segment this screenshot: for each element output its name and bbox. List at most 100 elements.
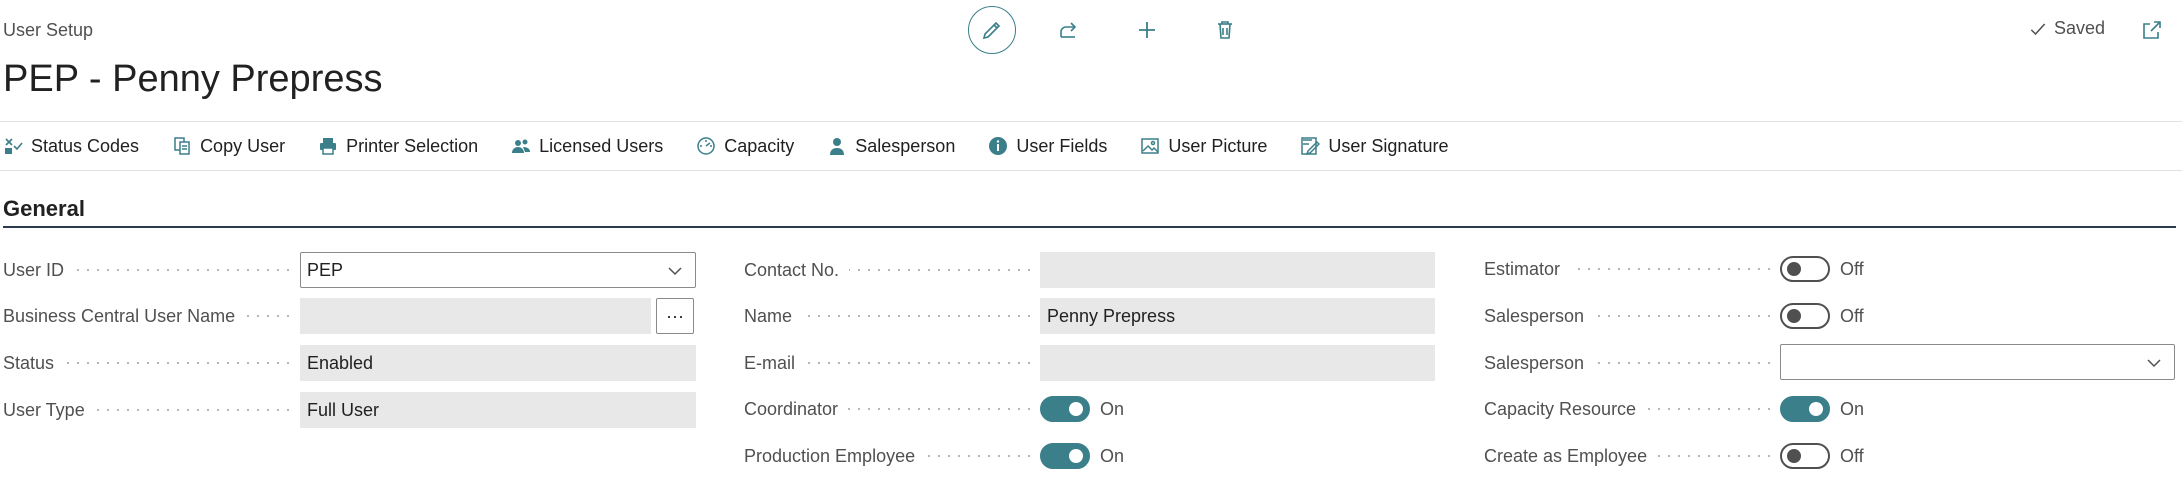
toggle-state: On xyxy=(1840,398,1865,419)
bc-user-name-field[interactable] xyxy=(300,298,651,334)
action-label: Copy User xyxy=(200,135,286,156)
estimator-toggle[interactable] xyxy=(1780,256,1830,282)
action-label: Licensed Users xyxy=(539,135,664,156)
user-id-value: PEP xyxy=(307,259,344,280)
toggle-state: Off xyxy=(1840,445,1864,466)
create-as-employee-toggle[interactable] xyxy=(1780,443,1830,469)
toggle-state: On xyxy=(1100,445,1125,466)
section-underline xyxy=(3,226,2176,228)
action-copy-user[interactable]: Copy User xyxy=(172,136,285,157)
status-codes-icon xyxy=(3,136,23,156)
saved-status: Saved xyxy=(2028,18,2105,39)
action-licensed-users[interactable]: Licensed Users xyxy=(511,136,663,157)
field-label: Salesperson xyxy=(1484,352,1595,374)
header-divider xyxy=(0,121,2182,122)
action-label: User Picture xyxy=(1168,135,1268,156)
field-email: E-mail xyxy=(744,345,1436,381)
field-label: Production Employee xyxy=(744,445,926,467)
field-capacity-resource: Capacity Resource On xyxy=(1484,391,2176,427)
chevron-down-icon xyxy=(668,267,682,276)
toggle-state: On xyxy=(1100,398,1125,419)
user-type-value: Full User xyxy=(307,399,380,420)
toggle-state: Off xyxy=(1840,305,1864,326)
field-label: Capacity Resource xyxy=(1484,398,1647,420)
gauge-icon xyxy=(696,136,716,156)
coordinator-toggle[interactable] xyxy=(1040,396,1090,422)
production-employee-toggle[interactable] xyxy=(1040,443,1090,469)
action-user-fields[interactable]: User Fields xyxy=(988,136,1107,157)
edit-icon xyxy=(982,21,1001,40)
name-field[interactable]: Penny Prepress xyxy=(1040,298,1435,334)
bc-user-name-lookup-button[interactable]: ··· xyxy=(656,298,694,334)
toggle-state: Off xyxy=(1840,258,1864,279)
action-status-codes[interactable]: Status Codes xyxy=(3,136,139,157)
top-action-bar xyxy=(0,0,2182,60)
share-icon xyxy=(1060,22,1077,38)
field-label: Name xyxy=(744,305,803,327)
field-coordinator: Coordinator On xyxy=(744,391,1436,427)
action-salesperson[interactable]: Salesperson xyxy=(827,136,955,157)
action-label: Status Codes xyxy=(31,135,140,156)
user-type-field: Full User xyxy=(300,392,696,428)
printer-icon xyxy=(318,136,338,156)
field-label: Salesperson xyxy=(1484,305,1595,327)
field-salesperson-select: Salesperson xyxy=(1484,344,2176,381)
action-label: Capacity xyxy=(724,135,795,156)
saved-label: Saved xyxy=(2054,18,2106,38)
salesperson-select[interactable] xyxy=(1780,344,2175,380)
field-label: User ID xyxy=(3,259,75,281)
action-bar: Status Codes Copy User Printer Selection… xyxy=(3,132,1481,160)
field-create-as-employee: Create as Employee Off xyxy=(1484,438,2176,474)
name-value: Penny Prepress xyxy=(1047,305,1176,326)
capacity-resource-toggle[interactable] xyxy=(1780,396,1830,422)
salesperson-toggle[interactable] xyxy=(1780,303,1830,329)
image-icon xyxy=(1140,136,1160,156)
edit-button[interactable] xyxy=(968,6,1016,54)
action-user-picture[interactable]: User Picture xyxy=(1140,136,1267,157)
action-label: Salesperson xyxy=(855,135,956,156)
field-label: Status xyxy=(3,352,65,374)
contact-no-field[interactable] xyxy=(1040,252,1435,288)
user-id-select[interactable]: PEP xyxy=(300,252,696,288)
users-icon xyxy=(511,136,531,156)
field-user-id: User ID PEP xyxy=(3,252,696,288)
field-production-employee: Production Employee On xyxy=(744,438,1436,474)
trash-icon xyxy=(1218,21,1232,39)
info-icon xyxy=(988,136,1008,156)
open-new-window-button[interactable] xyxy=(2140,18,2164,42)
status-field: Enabled xyxy=(300,345,696,381)
open-new-window-icon xyxy=(2143,21,2161,39)
plus-icon xyxy=(1139,22,1155,38)
action-user-signature[interactable]: User Signature xyxy=(1300,136,1448,157)
field-label: Contact No. xyxy=(744,259,850,281)
action-bar-divider xyxy=(0,170,2182,171)
chevron-down-icon xyxy=(2147,359,2161,368)
action-label: Printer Selection xyxy=(346,135,479,156)
field-status: Status Enabled xyxy=(3,345,696,381)
page-title: PEP - Penny Prepress xyxy=(3,58,383,100)
checkmark-icon xyxy=(2030,22,2046,35)
field-bc-user-name: Business Central User Name ··· xyxy=(3,298,695,334)
field-estimator: Estimator Off xyxy=(1484,251,2176,287)
status-value: Enabled xyxy=(307,352,374,373)
action-label: User Fields xyxy=(1016,135,1108,156)
person-icon xyxy=(827,136,847,156)
action-capacity[interactable]: Capacity xyxy=(696,136,794,157)
field-label: User Type xyxy=(3,399,95,421)
field-label: Estimator xyxy=(1484,258,1571,280)
field-user-type: User Type Full User xyxy=(3,392,696,428)
field-contact-no: Contact No. xyxy=(744,252,1436,288)
field-salesperson-toggle: Salesperson Off xyxy=(1484,298,2176,334)
delete-button[interactable] xyxy=(1201,6,1249,54)
action-printer-selection[interactable]: Printer Selection xyxy=(318,136,478,157)
field-label: Coordinator xyxy=(744,398,849,420)
field-label: Business Central User Name xyxy=(3,305,246,327)
email-field[interactable] xyxy=(1040,345,1435,381)
action-label: User Signature xyxy=(1328,135,1449,156)
field-name: Name Penny Prepress xyxy=(744,298,1436,334)
signature-icon xyxy=(1300,136,1321,156)
field-label: Create as Employee xyxy=(1484,445,1658,467)
section-title-general: General xyxy=(3,196,85,221)
share-button[interactable] xyxy=(1045,6,1093,54)
new-button[interactable] xyxy=(1123,6,1171,54)
